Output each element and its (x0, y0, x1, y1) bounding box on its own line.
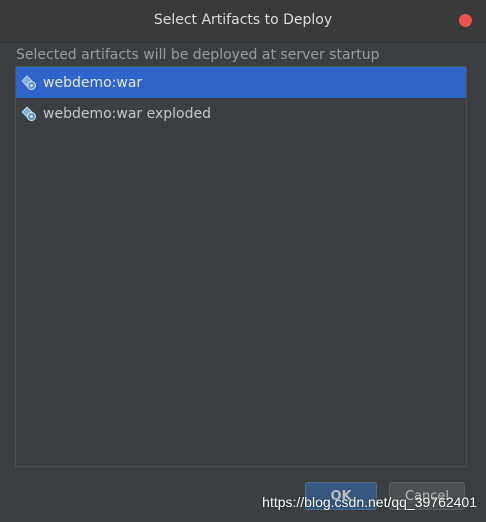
list-item-webdemo-war-exploded[interactable]: webdemo:war exploded (16, 98, 466, 129)
dialog-title: Select Artifacts to Deploy (153, 12, 333, 28)
artifact-icon (20, 105, 38, 123)
artifact-list[interactable]: webdemo:war webdemo:war exploded (15, 66, 467, 467)
list-item-webdemo-war[interactable]: webdemo:war (16, 67, 466, 98)
watermark-text: https://blog.csdn.net/qq_39762401 (262, 494, 477, 510)
list-item-label: webdemo:war (43, 74, 143, 91)
list-item-label: webdemo:war exploded (43, 105, 211, 122)
close-button[interactable] (459, 14, 472, 27)
dialog-titlebar: Select Artifacts to Deploy (0, 0, 486, 43)
artifact-icon (20, 74, 38, 92)
select-artifacts-dialog: Select Artifacts to Deploy Selected arti… (0, 0, 486, 522)
dialog-description: Selected artifacts will be deployed at s… (16, 47, 380, 63)
